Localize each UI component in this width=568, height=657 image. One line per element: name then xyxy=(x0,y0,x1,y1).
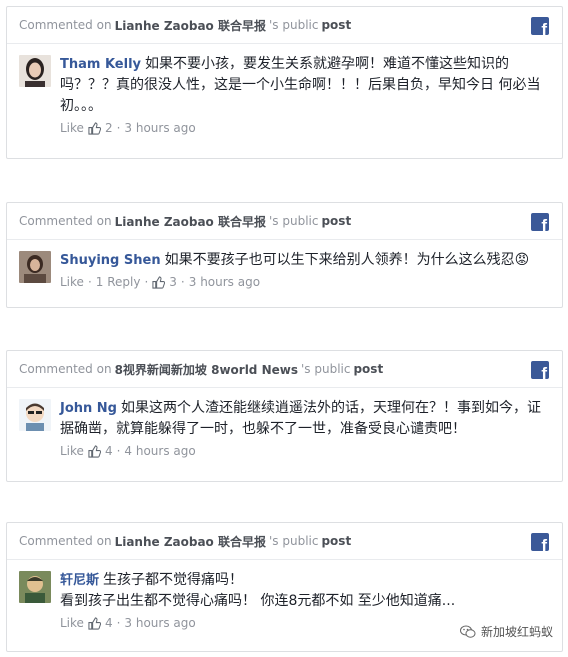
timestamp[interactable]: 3 hours ago xyxy=(189,275,260,289)
page-name-link[interactable]: 8视界新闻新加坡 8world News xyxy=(115,361,298,378)
like-link[interactable]: Like xyxy=(60,616,84,630)
card-header: Commented on 8视界新闻新加坡 8world News 's pub… xyxy=(7,351,562,388)
timestamp[interactable]: 3 hours ago xyxy=(124,616,195,630)
watermark: 新加坡红蚂蚁 xyxy=(456,622,556,641)
comment-text: Tham Kelly 如果不要小孩，要发生关系就避孕啊！难道不懂这些知识的吗？？？… xyxy=(60,54,550,117)
card-header: Commented on Lianhe Zaobao 联合早报 's publi… xyxy=(7,523,562,560)
post-link[interactable]: post xyxy=(321,18,351,32)
author-name[interactable]: Tham Kelly xyxy=(60,57,141,72)
thumbs-up-icon xyxy=(152,275,166,289)
avatar[interactable] xyxy=(19,55,51,87)
thumbs-up-icon xyxy=(88,121,101,135)
commented-on-label: Commented on xyxy=(19,214,112,228)
comment-content: 如果这两个人渣还能继续逍遥法外的话，天理何在？！事到如今，证据确凿，就算能躲得了… xyxy=(60,400,541,437)
wechat-icon xyxy=(459,625,476,638)
comment-card: Commented on Lianhe Zaobao 联合早报 's publi… xyxy=(6,202,563,308)
facebook-icon: f xyxy=(531,533,549,551)
author-name[interactable]: John Ng xyxy=(60,401,117,416)
public-label: 's public xyxy=(300,362,351,376)
watermark-text: 新加坡红蚂蚁 xyxy=(480,625,553,639)
comment-card: Commented on Lianhe Zaobao 联合早报 's publi… xyxy=(6,6,563,159)
like-count: 4 xyxy=(104,616,113,630)
page-name-link[interactable]: Lianhe Zaobao 联合早报 xyxy=(115,213,266,230)
comment-actions: Like · 1 Reply · 3 · 3 hours ago xyxy=(60,275,261,289)
post-link[interactable]: post xyxy=(321,214,351,228)
facebook-icon: f xyxy=(531,17,549,35)
like-count: 2 xyxy=(104,121,113,135)
author-name[interactable]: Shuying Shen xyxy=(60,253,161,268)
comment-actions: Like 4 · 4 hours ago xyxy=(60,444,196,458)
public-label: 's public xyxy=(268,18,319,32)
thumbs-up-icon xyxy=(88,616,101,630)
comment-text: Shuying Shen 如果不要孩子也可以生下来给别人领养！为什么这么残忍😡 xyxy=(60,250,550,271)
like-link[interactable]: Like xyxy=(60,121,84,135)
comment-body: Shuying Shen 如果不要孩子也可以生下来给别人领养！为什么这么残忍😡 L… xyxy=(7,240,562,299)
facebook-icon: f xyxy=(531,213,549,231)
timestamp[interactable]: 3 hours ago xyxy=(124,121,195,135)
thumbs-up-icon xyxy=(88,444,101,458)
post-link[interactable]: post xyxy=(353,362,383,376)
commented-on-label: Commented on xyxy=(19,18,112,32)
facebook-icon: f xyxy=(531,361,549,379)
commented-on-label: Commented on xyxy=(19,534,112,548)
author-name[interactable]: 轩尼斯 xyxy=(60,573,99,588)
avatar[interactable] xyxy=(19,251,51,283)
like-link[interactable]: Like xyxy=(60,275,84,289)
comment-content-line2: 看到孩子出生都不觉得心痛吗！ 你连8元都不如 至少他知道痛... xyxy=(60,593,456,609)
avatar[interactable] xyxy=(19,399,51,431)
reply-link[interactable]: 1 Reply xyxy=(96,275,141,289)
comment-actions: Like 2 · 3 hours ago xyxy=(60,121,196,135)
comment-body: John Ng 如果这两个人渣还能继续逍遥法外的话，天理何在？！事到如今，证据确凿… xyxy=(7,388,562,468)
like-count: 4 xyxy=(104,444,113,458)
card-header: Commented on Lianhe Zaobao 联合早报 's publi… xyxy=(7,7,562,44)
comment-text: 轩尼斯 生孩子都不觉得痛吗！ 看到孩子出生都不觉得心痛吗！ 你连8元都不如 至少他… xyxy=(60,570,550,612)
commented-on-label: Commented on xyxy=(19,362,112,376)
public-label: 's public xyxy=(268,214,319,228)
timestamp[interactable]: 4 hours ago xyxy=(124,444,195,458)
comment-content: 生孩子都不觉得痛吗！ xyxy=(103,572,244,588)
comment-content: 如果不要孩子也可以生下来给别人领养！为什么这么残忍😡 xyxy=(164,252,530,268)
public-label: 's public xyxy=(268,534,319,548)
comment-body: Tham Kelly 如果不要小孩，要发生关系就避孕啊！难道不懂这些知识的吗？？？… xyxy=(7,44,562,145)
like-count: 3 xyxy=(169,275,177,289)
post-link[interactable]: post xyxy=(321,534,351,548)
comment-text: John Ng 如果这两个人渣还能继续逍遥法外的话，天理何在？！事到如今，证据确凿… xyxy=(60,398,550,440)
page-name-link[interactable]: Lianhe Zaobao 联合早报 xyxy=(115,533,266,550)
comment-card: Commented on 8视界新闻新加坡 8world News 's pub… xyxy=(6,350,563,482)
avatar[interactable] xyxy=(19,571,51,603)
like-link[interactable]: Like xyxy=(60,444,84,458)
card-header: Commented on Lianhe Zaobao 联合早报 's publi… xyxy=(7,203,562,240)
page-name-link[interactable]: Lianhe Zaobao 联合早报 xyxy=(115,17,266,34)
